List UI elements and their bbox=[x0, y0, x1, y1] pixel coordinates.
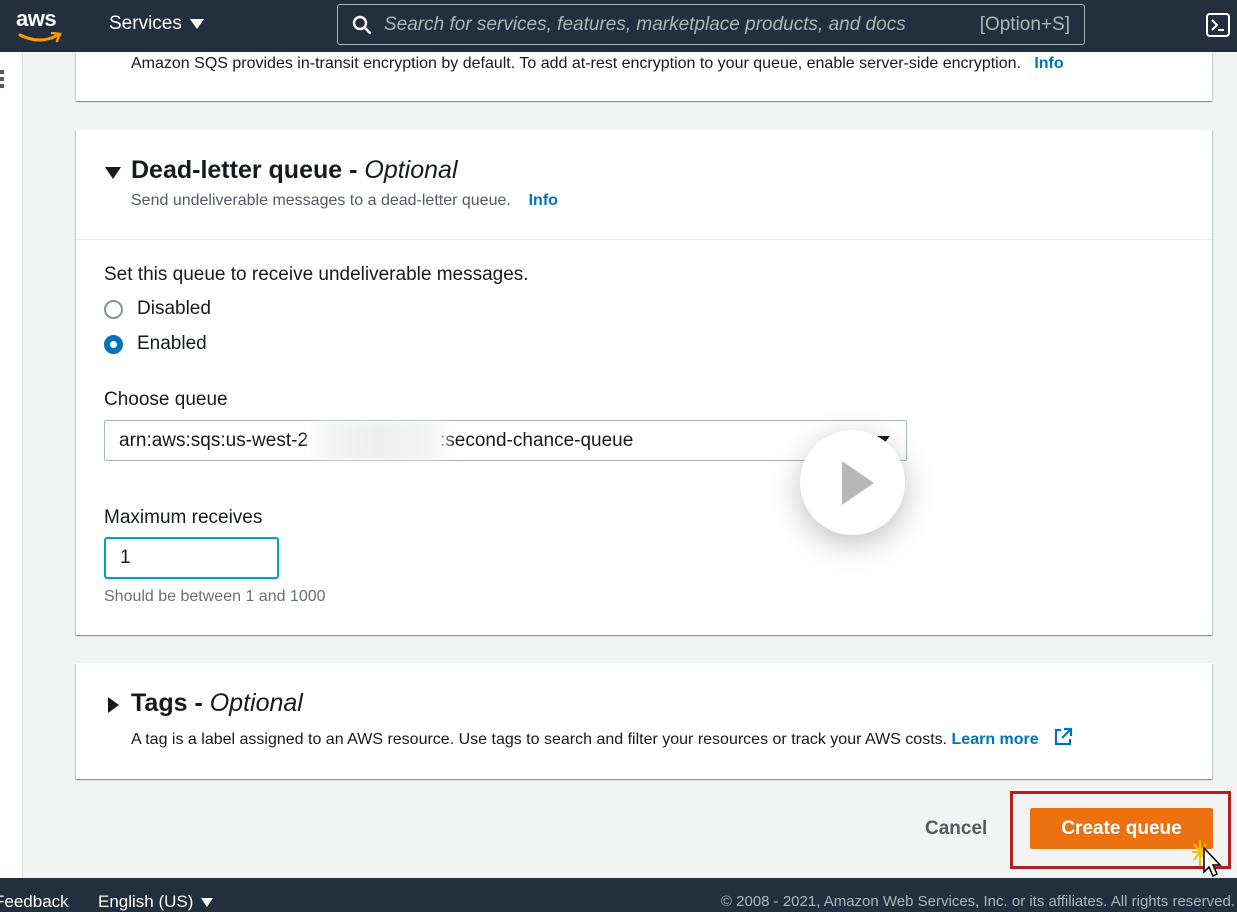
max-receives-label: Maximum receives bbox=[104, 507, 263, 528]
dead-letter-queue-header: Dead-letter queue - Optional Send undeli… bbox=[76, 130, 1212, 240]
search-icon bbox=[352, 15, 372, 34]
radio-disabled-circle[interactable] bbox=[104, 299, 123, 319]
aws-logo[interactable]: aws bbox=[16, 6, 64, 46]
video-play-button[interactable] bbox=[800, 430, 905, 535]
max-receives-hint: Should be between 1 and 1000 bbox=[104, 588, 326, 605]
dead-letter-queue-panel: Dead-letter queue - Optional Send undeli… bbox=[76, 130, 1212, 635]
radio-disabled-label: Disabled bbox=[137, 298, 211, 319]
learn-more-link[interactable]: Learn more bbox=[952, 731, 1039, 748]
top-nav: aws Services [Option+S] bbox=[0, 0, 1237, 52]
choose-queue-label: Choose queue bbox=[104, 389, 228, 410]
encryption-info-link[interactable]: Info bbox=[1034, 55, 1063, 72]
queue-arn-suffix: :second-chance-queue bbox=[440, 429, 634, 451]
feedback-link[interactable]: Feedback bbox=[0, 892, 69, 912]
radio-enabled-label: Enabled bbox=[137, 333, 207, 354]
tags-panel: Tags - Optional A tag is a label assigne… bbox=[76, 663, 1212, 779]
tags-description: A tag is a label assigned to an AWS reso… bbox=[131, 727, 1073, 749]
cloudshell-icon[interactable] bbox=[1206, 13, 1230, 37]
max-receives-input[interactable] bbox=[104, 537, 279, 579]
copyright-text: © 2008 - 2021, Amazon Web Services, Inc.… bbox=[720, 893, 1235, 910]
dead-letter-queue-title[interactable]: Dead-letter queue - Optional bbox=[131, 156, 458, 185]
menu-icon[interactable] bbox=[0, 70, 6, 91]
encryption-panel: Amazon SQS provides in-transit encryptio… bbox=[76, 52, 1212, 101]
aws-smile-icon bbox=[18, 32, 62, 43]
create-queue-button[interactable]: Create queue bbox=[1030, 808, 1213, 849]
radio-disabled[interactable]: Disabled bbox=[104, 298, 211, 320]
choose-queue-select[interactable]: arn:aws:sqs:us-west-2 :second-chance-que… bbox=[104, 420, 907, 461]
side-nav-toggle-strip bbox=[0, 52, 23, 878]
footer: Feedback English (US) © 2008 - 2021, Ama… bbox=[0, 878, 1237, 912]
encryption-description: Amazon SQS provides in-transit encryptio… bbox=[131, 55, 1064, 72]
search-bar[interactable]: [Option+S] bbox=[337, 4, 1085, 45]
services-label: Services bbox=[109, 13, 182, 34]
collapse-caret-icon[interactable] bbox=[105, 167, 121, 179]
dead-letter-queue-description: Send undeliverable messages to a dead-le… bbox=[131, 192, 558, 209]
radio-enabled[interactable]: Enabled bbox=[104, 333, 207, 355]
dead-letter-info-link[interactable]: Info bbox=[529, 192, 558, 209]
redaction-blur bbox=[305, 422, 453, 459]
play-icon bbox=[842, 461, 874, 505]
expand-caret-icon[interactable] bbox=[108, 697, 119, 713]
queue-arn-prefix: arn:aws:sqs:us-west-2 bbox=[119, 429, 309, 451]
language-label: English (US) bbox=[98, 892, 194, 911]
aws-logo-text: aws bbox=[16, 6, 57, 31]
set-queue-label: Set this queue to receive undeliverable … bbox=[104, 264, 529, 285]
caret-down-icon bbox=[189, 19, 204, 29]
search-input[interactable] bbox=[384, 13, 980, 36]
external-link-icon[interactable] bbox=[1053, 727, 1073, 747]
radio-enabled-circle[interactable] bbox=[104, 334, 123, 354]
language-selector[interactable]: English (US) bbox=[98, 892, 214, 912]
mouse-cursor-icon bbox=[1192, 840, 1222, 878]
cancel-button[interactable]: Cancel bbox=[925, 818, 987, 840]
caret-down-icon bbox=[201, 897, 214, 907]
services-menu[interactable]: Services bbox=[109, 13, 204, 35]
tags-title[interactable]: Tags - Optional bbox=[131, 689, 303, 718]
search-shortcut: [Option+S] bbox=[979, 13, 1070, 35]
